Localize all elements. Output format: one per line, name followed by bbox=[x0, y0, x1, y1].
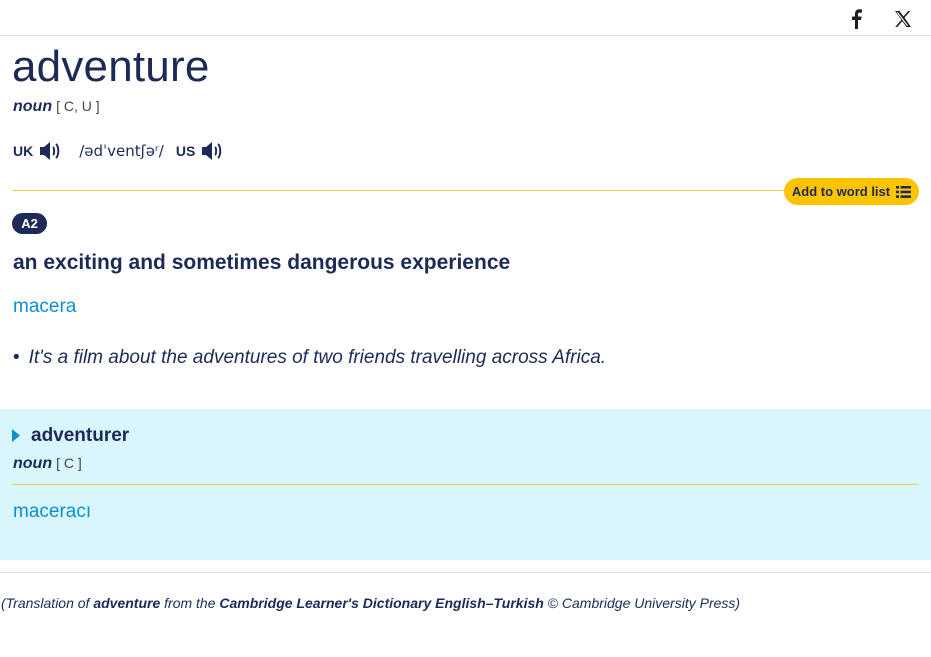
runon-divider bbox=[12, 484, 918, 485]
headword: adventure bbox=[12, 42, 210, 91]
credit-dictionary: Cambridge Learner's Dictionary English–T… bbox=[219, 595, 544, 611]
runon-grammar-code: [ C ] bbox=[56, 455, 82, 471]
add-to-word-list-label: Add to word list bbox=[791, 184, 891, 199]
facebook-icon bbox=[852, 9, 862, 29]
example-bullet: • bbox=[13, 347, 20, 368]
us-audio-button[interactable] bbox=[199, 139, 225, 163]
top-bar bbox=[0, 0, 931, 36]
expand-arrow-icon[interactable] bbox=[12, 429, 21, 447]
credit-text: from the bbox=[160, 595, 220, 611]
footer-divider bbox=[0, 572, 931, 573]
ipa-transcription: /ədˈventʃəʳ/ bbox=[79, 142, 164, 160]
uk-label: UK bbox=[13, 143, 34, 159]
pronunciation-row: UK /ədˈventʃəʳ/ US bbox=[13, 138, 241, 164]
speaker-icon bbox=[202, 142, 222, 160]
translation: macera bbox=[13, 296, 77, 317]
part-of-speech: noun bbox=[13, 98, 53, 115]
runon-part-of-speech: noun bbox=[13, 455, 53, 472]
credit-line: (Translation of adventure from the Cambr… bbox=[1, 595, 740, 611]
credit-text: © Cambridge University Press) bbox=[543, 595, 741, 611]
speaker-icon bbox=[40, 142, 60, 160]
runon-part-of-speech-line: noun[ C ] bbox=[13, 455, 82, 473]
x-twitter-icon bbox=[895, 11, 911, 27]
part-of-speech-line: noun[ C, U ] bbox=[13, 98, 100, 116]
definition: an exciting and sometimes dangerous expe… bbox=[13, 251, 511, 274]
credit-text: (Translation of bbox=[1, 595, 94, 611]
credit-word: adventure bbox=[93, 595, 161, 611]
uk-audio-button[interactable] bbox=[37, 139, 63, 163]
divider bbox=[12, 190, 802, 191]
us-label: US bbox=[175, 143, 196, 159]
grammar-code: [ C, U ] bbox=[56, 98, 100, 114]
facebook-share-button[interactable] bbox=[845, 8, 867, 30]
cefr-level-badge: A2 bbox=[12, 213, 47, 234]
runon-entry: adventurer noun[ C ] maceracı bbox=[0, 409, 931, 560]
example-text: It's a film about the adventures of two … bbox=[28, 347, 607, 368]
example-sentence: • It's a film about the adventures of tw… bbox=[13, 347, 606, 369]
runon-headword: adventurer bbox=[31, 425, 130, 446]
runon-translation: maceracı bbox=[13, 501, 92, 522]
add-to-word-list-button[interactable]: Add to word list bbox=[784, 178, 919, 205]
x-share-button[interactable] bbox=[892, 8, 914, 30]
list-icon bbox=[896, 185, 912, 198]
